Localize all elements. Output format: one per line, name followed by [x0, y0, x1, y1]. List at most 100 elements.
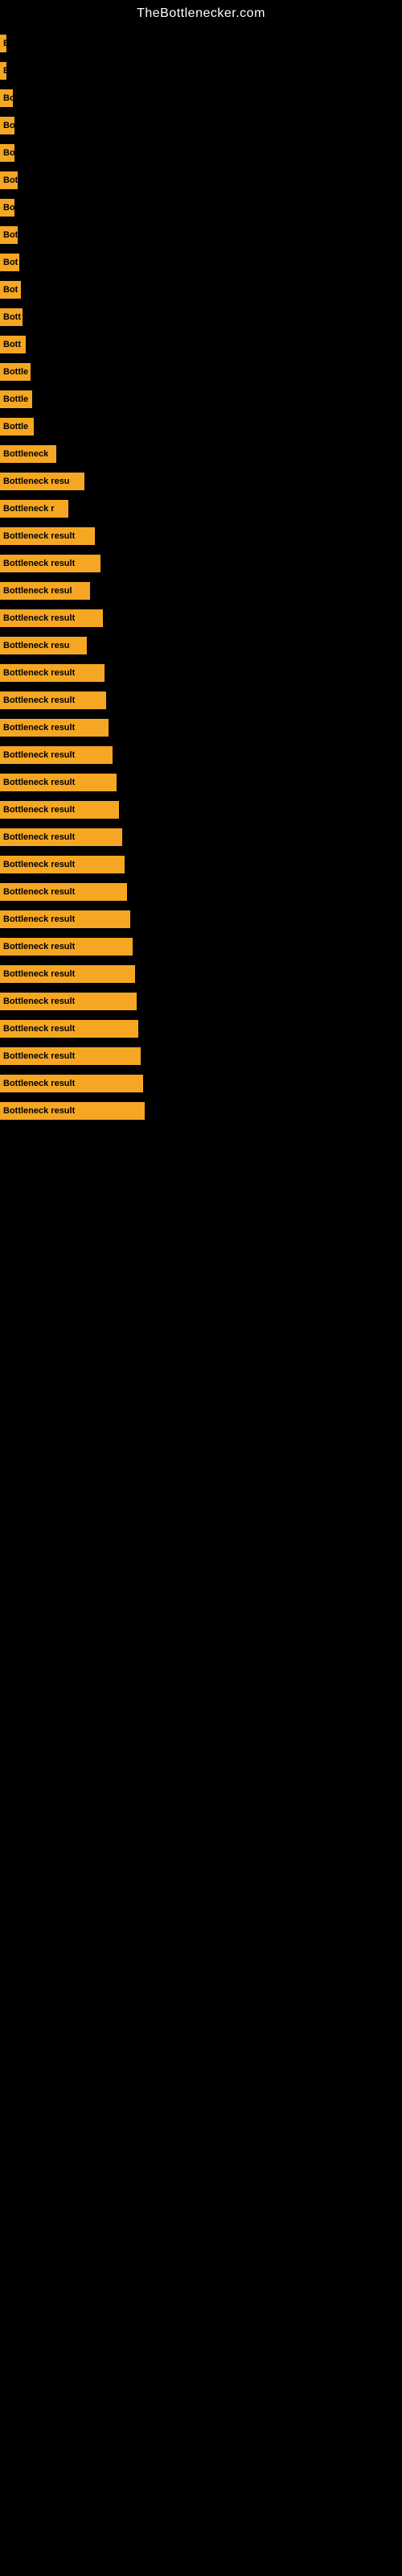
bar-label: Bottleneck result — [3, 832, 75, 842]
bar-label: Bo — [3, 121, 14, 130]
bar-row: Bottleneck result — [0, 881, 402, 903]
bar-label: Bottleneck result — [3, 805, 75, 815]
bar-item: Bottleneck resu — [0, 637, 87, 654]
bar-item: Bottleneck result — [0, 1047, 141, 1065]
bar-row: Bottleneck result — [0, 1018, 402, 1040]
bar-label: Bottleneck resul — [3, 586, 72, 596]
bar-label: Bottleneck result — [3, 997, 75, 1006]
bar-label: Bott — [3, 312, 21, 322]
bar-row: Bottleneck result — [0, 853, 402, 876]
bar-label: Bottleneck result — [3, 723, 75, 733]
bar-row: Bott — [0, 333, 402, 356]
bar-row: Bottleneck result — [0, 799, 402, 821]
bar-label: Bottleneck — [3, 449, 48, 459]
bar-item: Bottleneck result — [0, 527, 95, 545]
bar-label: Bottleneck result — [3, 1024, 75, 1034]
site-title: TheBottlenecker.com — [0, 0, 402, 24]
bar-label: Bot — [3, 285, 18, 295]
bar-item: Bottleneck result — [0, 910, 130, 928]
bar-label: Bot — [3, 230, 18, 240]
bar-item: Bottleneck result — [0, 801, 119, 819]
bar-label: Bottleneck resu — [3, 641, 70, 650]
bar-item: Bot — [0, 281, 21, 299]
bar-row: Bottleneck result — [0, 990, 402, 1013]
bar-row: Bot — [0, 279, 402, 301]
bar-item: Bottle — [0, 418, 34, 436]
bar-item: Bott — [0, 308, 23, 326]
bar-item: Bo — [0, 144, 14, 162]
bar-item: Bottleneck result — [0, 1102, 145, 1120]
bar-row: Bo — [0, 114, 402, 137]
bar-item: Bot — [0, 226, 18, 244]
bar-row: Bottleneck result — [0, 1100, 402, 1122]
bar-item: Bottleneck result — [0, 555, 100, 572]
bar-label: Bottle — [3, 422, 28, 431]
bar-row: Bottleneck result — [0, 744, 402, 766]
bar-label: Bottleneck result — [3, 914, 75, 924]
bar-label: Bo — [3, 93, 13, 103]
bar-item: Bottleneck — [0, 445, 56, 463]
bar-row: Bottle — [0, 415, 402, 438]
bar-row: Bot — [0, 251, 402, 274]
bar-row: Bo — [0, 196, 402, 219]
bar-row: Bottleneck result — [0, 1072, 402, 1095]
bar-row: Bott — [0, 306, 402, 328]
bar-row: Bottleneck result — [0, 689, 402, 712]
bar-label: Bottle — [3, 367, 28, 377]
bar-label: Bottleneck result — [3, 613, 75, 623]
bar-row: Bottleneck result — [0, 1045, 402, 1067]
bar-label: Bottleneck result — [3, 1106, 75, 1116]
bar-item: Bottleneck result — [0, 993, 137, 1010]
bar-row: B — [0, 32, 402, 55]
bar-label: Bo — [3, 203, 14, 213]
bar-label: Bott — [3, 340, 21, 349]
bar-item: Bot — [0, 171, 18, 189]
bar-row: Bottleneck — [0, 443, 402, 465]
bar-label: Bottleneck result — [3, 887, 75, 897]
bar-item: Bottleneck result — [0, 965, 135, 983]
bar-item: Bottle — [0, 390, 32, 408]
bar-item: Bottleneck result — [0, 1075, 143, 1092]
bar-label: Bottleneck r — [3, 504, 55, 514]
bar-item: Bottleneck result — [0, 609, 103, 627]
bar-item: Bottleneck result — [0, 883, 127, 901]
bar-item: Bottle — [0, 363, 31, 381]
bar-label: Bottleneck resu — [3, 477, 70, 486]
bar-row: Bottleneck result — [0, 771, 402, 794]
bar-row: Bottleneck result — [0, 908, 402, 931]
bar-item: Bottleneck result — [0, 719, 109, 737]
bar-item: Bottleneck resu — [0, 473, 84, 490]
bar-row: Bottleneck result — [0, 826, 402, 848]
bar-label: Bot — [3, 258, 18, 267]
bar-item: Bo — [0, 199, 14, 217]
bar-item: Bottleneck resul — [0, 582, 90, 600]
bar-item: Bo — [0, 89, 13, 107]
bar-row: Bottleneck result — [0, 607, 402, 630]
bar-item: Bottleneck result — [0, 746, 113, 764]
bar-item: Bottleneck result — [0, 856, 125, 873]
bar-row: Bot — [0, 169, 402, 192]
bar-row: Bottleneck resul — [0, 580, 402, 602]
bar-row: Bottle — [0, 388, 402, 411]
bar-item: Bottleneck result — [0, 828, 122, 846]
bar-row: Bo — [0, 142, 402, 164]
bar-row: Bottleneck resu — [0, 634, 402, 657]
bar-item: Bottleneck result — [0, 664, 105, 682]
bars-container: BB Bo Bo Bo Bot Bo Bot Bot Bot Bott Bott Bottle Bott… — [0, 24, 402, 1135]
bar-label: Bottleneck result — [3, 531, 75, 541]
bar-row: Bottleneck r — [0, 497, 402, 520]
bar-label: Bottleneck result — [3, 969, 75, 979]
bar-item: B — [0, 62, 6, 80]
bar-row: B — [0, 60, 402, 82]
bar-item: Bot — [0, 254, 19, 271]
bar-label: Bottleneck result — [3, 668, 75, 678]
bar-label: Bottleneck result — [3, 1051, 75, 1061]
bar-item: Bottleneck result — [0, 938, 133, 956]
bar-item: B — [0, 35, 6, 52]
bar-label: Bottleneck result — [3, 696, 75, 705]
bar-item: Bottleneck result — [0, 774, 117, 791]
bar-item: Bottleneck result — [0, 1020, 138, 1038]
bar-label: Bottleneck result — [3, 1079, 75, 1088]
bar-row: Bottleneck result — [0, 935, 402, 958]
bar-row: Bottleneck result — [0, 525, 402, 547]
